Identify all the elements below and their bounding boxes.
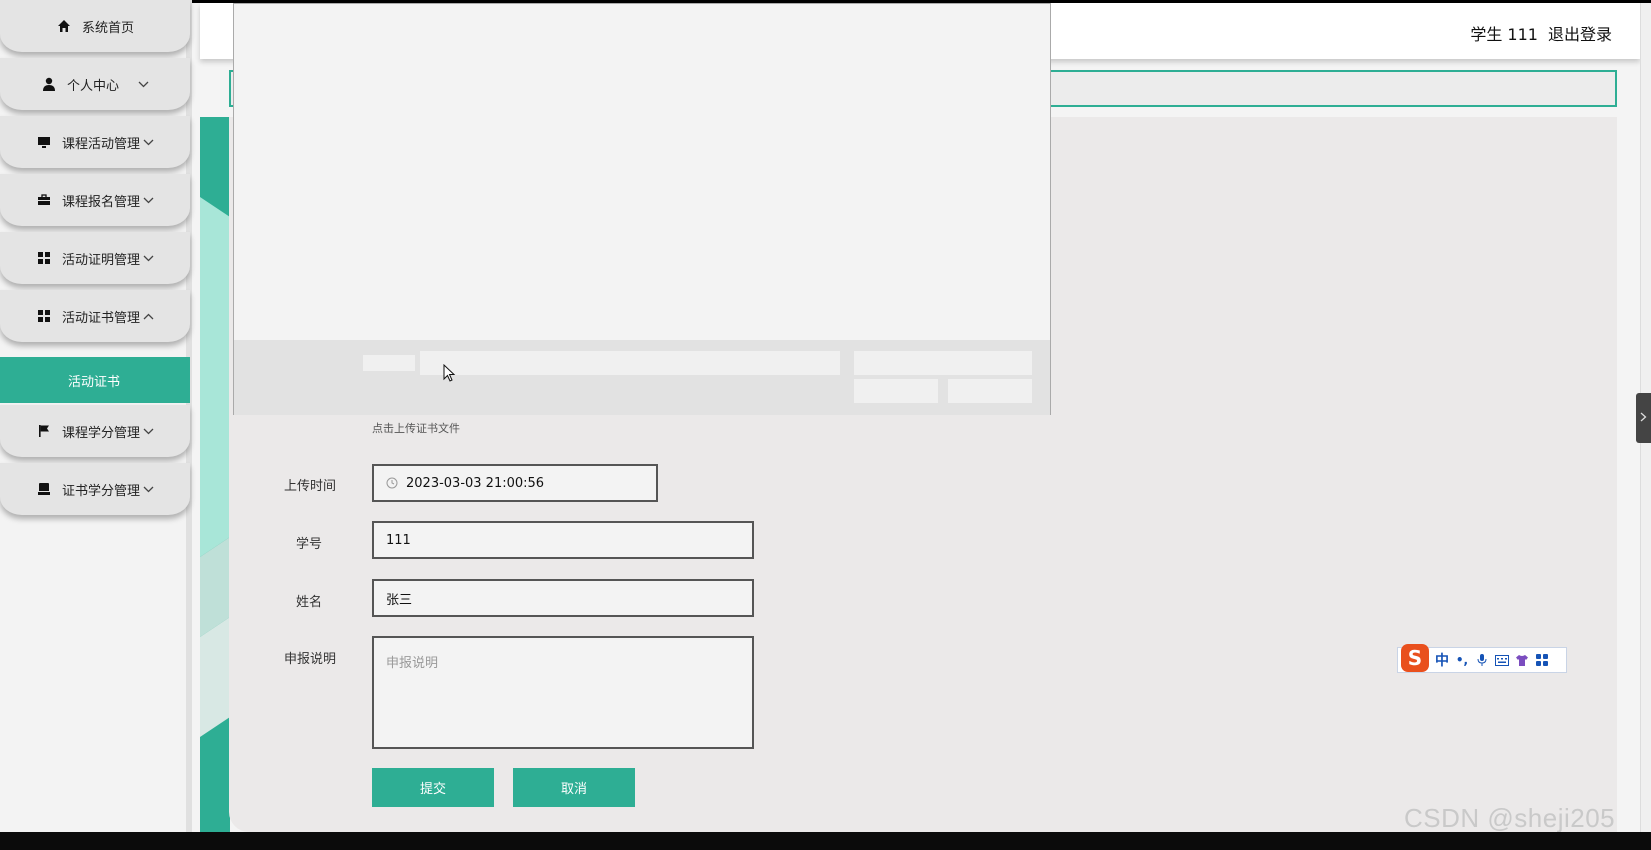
clock-icon [386, 477, 398, 489]
ime-toolbar[interactable]: S 中 •, [1397, 644, 1567, 673]
sidebar-subitem-certificate[interactable]: 活动证书 [0, 357, 190, 403]
csdn-watermark: CSDN @sheji205 [1404, 803, 1616, 833]
user-icon [41, 76, 57, 92]
sidebar-item-course-activity[interactable]: 课程活动管理 [0, 116, 190, 168]
sidebar-item-course-credit[interactable]: 课程学分管理 [0, 405, 190, 457]
chevron-down-icon [142, 425, 154, 437]
student-id-label: 学号 [295, 537, 322, 552]
sogou-logo-icon[interactable]: S [1401, 644, 1429, 672]
logout-link[interactable]: 退出登录 [1548, 21, 1612, 45]
upload-time-label: 上传时间 [283, 479, 336, 494]
chevron-right-icon [1640, 412, 1647, 425]
toolbox-grid-icon[interactable] [1535, 653, 1549, 667]
sidebar-item-label: 系统首页 [81, 20, 134, 36]
decorative-stripes [200, 117, 230, 832]
stamp-icon [36, 481, 52, 497]
cancel-button[interactable]: 取消 [513, 768, 635, 807]
sidebar-item-activity-certificate[interactable]: 活动证书管理 [0, 290, 190, 342]
open-button[interactable] [854, 379, 938, 403]
chevron-down-icon [142, 252, 154, 264]
chevron-down-icon [137, 78, 149, 90]
flag-icon [36, 423, 52, 439]
monitor-icon [36, 134, 52, 150]
file-name-input[interactable] [420, 351, 840, 375]
submit-button[interactable]: 提交 [372, 768, 494, 807]
ime-punct-toggle[interactable]: •, [1455, 653, 1469, 667]
name-value: 张三 [386, 592, 413, 608]
chevron-down-icon [142, 483, 154, 495]
collapse-panel-handle[interactable] [1636, 393, 1651, 443]
sidebar-item-label: 课程学分管理 [61, 425, 140, 441]
name-field[interactable]: 张三 [372, 579, 754, 617]
current-user-label: 学生 111 [1470, 25, 1538, 44]
keyboard-icon[interactable] [1495, 653, 1509, 667]
sidebar-item-certificate-credit[interactable]: 证书学分管理 [0, 463, 190, 515]
sidebar-item-label: 证书学分管理 [61, 483, 140, 499]
file-name-label [363, 355, 415, 371]
sidebar-item-label: 活动证明管理 [61, 252, 140, 268]
skin-shirt-icon[interactable] [1515, 653, 1529, 667]
student-id-field[interactable]: 111 [372, 521, 754, 559]
ime-mode-toggle[interactable]: 中 [1435, 650, 1449, 670]
chevron-down-icon [142, 194, 154, 206]
mouse-cursor-icon [443, 363, 457, 384]
upload-time-field[interactable]: 2023-03-03 21:00:56 [372, 464, 658, 502]
student-id-value: 111 [386, 532, 411, 548]
sidebar-item-label: 活动证书管理 [61, 310, 140, 326]
sidebar-item-profile[interactable]: 个人中心 [0, 58, 190, 110]
file-picker-footer [234, 340, 1050, 415]
sidebar-item-course-registration[interactable]: 课程报名管理 [0, 174, 190, 226]
microphone-icon[interactable] [1475, 653, 1489, 667]
name-label: 姓名 [295, 595, 322, 610]
grid-icon [36, 308, 52, 324]
sidebar-item-label: 个人中心 [66, 78, 119, 94]
cancel-dialog-button[interactable] [948, 379, 1032, 403]
description-placeholder: 申报说明 [386, 656, 439, 671]
sidebar-item-activity-proof[interactable]: 活动证明管理 [0, 232, 190, 284]
sidebar-item-label: 课程报名管理 [61, 194, 140, 210]
chevron-up-icon [142, 310, 154, 322]
upload-hint[interactable]: 点击上传证书文件 [372, 420, 460, 436]
briefcase-icon [36, 192, 52, 208]
home-icon [56, 18, 72, 34]
file-type-select[interactable] [854, 351, 1032, 375]
grid-icon [36, 250, 52, 266]
upload-time-value: 2023-03-03 21:00:56 [406, 475, 545, 491]
description-textarea[interactable]: 申报说明 [372, 636, 754, 749]
chevron-down-icon [142, 136, 154, 148]
file-picker-dialog[interactable] [233, 3, 1051, 415]
sidebar-item-home[interactable]: 系统首页 [0, 0, 190, 52]
description-label: 申报说明 [283, 652, 336, 667]
sidebar-subitem-label: 活动证书 [68, 374, 121, 390]
sidebar: 系统首页 个人中心 课程活动管理 课程报名管理 活动证明管理 活动证书管理 活动… [0, 0, 192, 832]
window-bottom-edge [0, 832, 1651, 850]
sidebar-item-label: 课程活动管理 [61, 136, 140, 152]
